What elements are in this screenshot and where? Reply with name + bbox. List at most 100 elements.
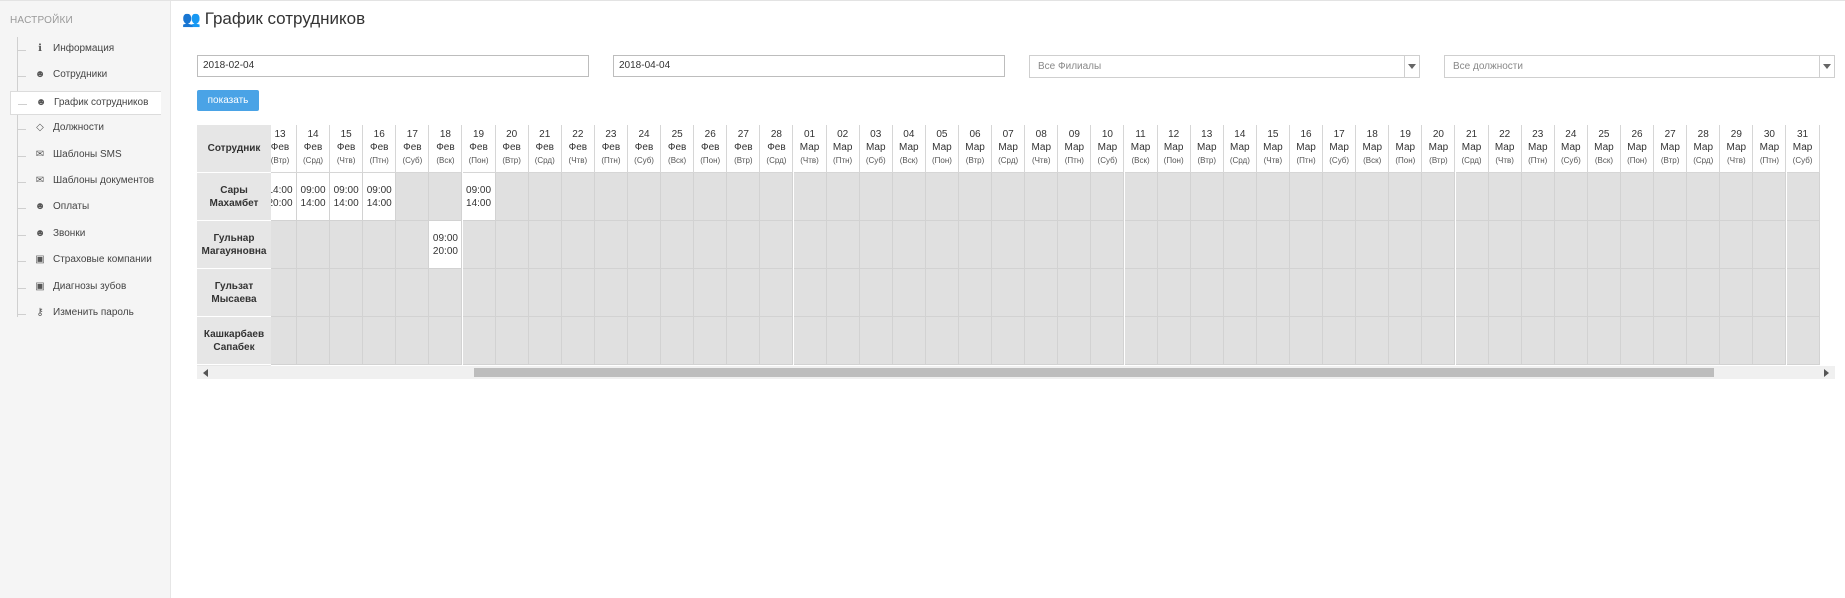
empty-cell[interactable] — [1720, 269, 1754, 317]
empty-cell[interactable] — [1621, 221, 1655, 269]
empty-cell[interactable] — [1587, 269, 1621, 317]
empty-cell[interactable] — [1157, 173, 1191, 221]
empty-cell[interactable] — [1091, 317, 1125, 365]
empty-cell[interactable] — [1422, 317, 1456, 365]
empty-cell[interactable] — [297, 221, 331, 269]
empty-cell[interactable] — [495, 317, 529, 365]
empty-cell[interactable] — [363, 317, 397, 365]
empty-cell[interactable] — [1223, 221, 1257, 269]
sidebar-item[interactable]: ℹ Информация — [10, 38, 160, 62]
sidebar-item[interactable]: ☻ Звонки — [10, 223, 160, 247]
empty-cell[interactable] — [760, 317, 794, 365]
empty-cell[interactable] — [925, 269, 959, 317]
empty-cell[interactable] — [396, 173, 430, 221]
empty-cell[interactable] — [1753, 269, 1787, 317]
empty-cell[interactable] — [1554, 173, 1588, 221]
empty-cell[interactable] — [1720, 317, 1754, 365]
empty-cell[interactable] — [1786, 221, 1820, 269]
horizontal-scrollbar[interactable] — [197, 366, 1835, 379]
show-button[interactable]: показать — [197, 90, 259, 111]
empty-cell[interactable] — [727, 269, 761, 317]
empty-cell[interactable] — [561, 221, 595, 269]
empty-cell[interactable] — [1488, 221, 1522, 269]
empty-cell[interactable] — [959, 317, 993, 365]
shift-cell[interactable]: 09:00 20:00 — [429, 221, 463, 269]
empty-cell[interactable] — [1687, 269, 1721, 317]
empty-cell[interactable] — [1323, 269, 1357, 317]
empty-cell[interactable] — [826, 173, 860, 221]
empty-cell[interactable] — [1422, 269, 1456, 317]
sidebar-item[interactable]: ☻ График сотрудников — [10, 90, 161, 115]
empty-cell[interactable] — [826, 269, 860, 317]
scroll-right-icon[interactable] — [1824, 369, 1829, 377]
empty-cell[interactable] — [1389, 269, 1423, 317]
empty-cell[interactable] — [1587, 317, 1621, 365]
empty-cell[interactable] — [1488, 269, 1522, 317]
empty-cell[interactable] — [429, 317, 463, 365]
empty-cell[interactable] — [561, 317, 595, 365]
shift-cell[interactable]: 09:00 14:00 — [297, 173, 331, 221]
empty-cell[interactable] — [694, 317, 728, 365]
empty-cell[interactable] — [1455, 173, 1489, 221]
empty-cell[interactable] — [528, 269, 562, 317]
empty-cell[interactable] — [1554, 269, 1588, 317]
empty-cell[interactable] — [1157, 221, 1191, 269]
empty-cell[interactable] — [992, 269, 1026, 317]
empty-cell[interactable] — [1422, 173, 1456, 221]
empty-cell[interactable] — [1157, 269, 1191, 317]
empty-cell[interactable] — [727, 221, 761, 269]
empty-cell[interactable] — [1256, 221, 1290, 269]
shift-cell[interactable]: 09:00 14:00 — [330, 173, 364, 221]
empty-cell[interactable] — [297, 317, 331, 365]
empty-cell[interactable] — [1720, 173, 1754, 221]
empty-cell[interactable] — [793, 269, 827, 317]
empty-cell[interactable] — [859, 221, 893, 269]
empty-cell[interactable] — [727, 173, 761, 221]
empty-cell[interactable] — [1290, 317, 1324, 365]
empty-cell[interactable] — [1124, 221, 1158, 269]
empty-cell[interactable] — [1786, 173, 1820, 221]
empty-cell[interactable] — [1687, 173, 1721, 221]
empty-cell[interactable] — [1389, 221, 1423, 269]
empty-cell[interactable] — [1654, 173, 1688, 221]
sidebar-item[interactable]: ☻ Сотрудники — [10, 64, 160, 88]
empty-cell[interactable] — [661, 173, 695, 221]
empty-cell[interactable] — [1256, 317, 1290, 365]
empty-cell[interactable] — [1422, 221, 1456, 269]
empty-cell[interactable] — [992, 221, 1026, 269]
empty-cell[interactable] — [330, 317, 364, 365]
empty-cell[interactable] — [661, 269, 695, 317]
empty-cell[interactable] — [429, 173, 463, 221]
empty-cell[interactable] — [528, 221, 562, 269]
empty-cell[interactable] — [694, 269, 728, 317]
empty-cell[interactable] — [1223, 317, 1257, 365]
empty-cell[interactable] — [925, 221, 959, 269]
empty-cell[interactable] — [925, 173, 959, 221]
empty-cell[interactable] — [892, 221, 926, 269]
empty-cell[interactable] — [826, 221, 860, 269]
empty-cell[interactable] — [1753, 173, 1787, 221]
empty-cell[interactable] — [859, 173, 893, 221]
empty-cell[interactable] — [826, 317, 860, 365]
empty-cell[interactable] — [859, 317, 893, 365]
sidebar-item[interactable]: ◇ Должности — [10, 117, 160, 141]
empty-cell[interactable] — [992, 317, 1026, 365]
empty-cell[interactable] — [429, 269, 463, 317]
empty-cell[interactable] — [1025, 221, 1059, 269]
empty-cell[interactable] — [1621, 173, 1655, 221]
empty-cell[interactable] — [462, 221, 496, 269]
empty-cell[interactable] — [1058, 221, 1092, 269]
empty-cell[interactable] — [1058, 173, 1092, 221]
empty-cell[interactable] — [1124, 317, 1158, 365]
empty-cell[interactable] — [793, 173, 827, 221]
empty-cell[interactable] — [1356, 269, 1390, 317]
sidebar-item[interactable]: ▣ Диагнозы зубов — [10, 276, 160, 300]
scroll-left-icon[interactable] — [203, 369, 208, 377]
empty-cell[interactable] — [330, 221, 364, 269]
empty-cell[interactable] — [925, 317, 959, 365]
empty-cell[interactable] — [1389, 173, 1423, 221]
empty-cell[interactable] — [1091, 173, 1125, 221]
empty-cell[interactable] — [1190, 173, 1224, 221]
empty-cell[interactable] — [892, 317, 926, 365]
empty-cell[interactable] — [1356, 317, 1390, 365]
